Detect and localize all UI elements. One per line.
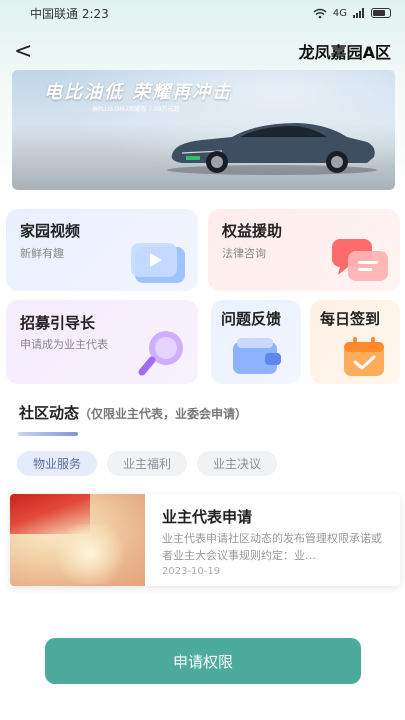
apply-permission-button[interactable]: 申请权限 bbox=[45, 638, 361, 684]
card-feedback[interactable]: 问题反馈 bbox=[211, 300, 301, 384]
section-title-text: 社区动态 bbox=[19, 404, 80, 422]
chat-bubbles-icon bbox=[332, 239, 388, 281]
banner-headline: 电比油低 荣耀再冲击 bbox=[44, 82, 233, 103]
status-bar: 中国联通 2:23 4G bbox=[0, 0, 405, 26]
card-recruit-guide-subtitle: 申请成为业主代表 bbox=[20, 338, 108, 351]
card-home-video-title: 家园视频 bbox=[20, 222, 81, 240]
tab-owner-resolutions[interactable]: 业主决议 bbox=[197, 451, 278, 476]
wallet-icon bbox=[233, 338, 281, 374]
tab-bar: 物业服务 业主福利 业主决议 bbox=[17, 451, 278, 476]
magnifier-icon bbox=[138, 331, 183, 376]
article-description: 业主代表申请社区动态的发布管理权限承诺或者业主大会议事规则约定：业… bbox=[162, 532, 382, 562]
card-recruit-guide-title: 招募引导长 bbox=[20, 314, 96, 332]
video-play-icon bbox=[131, 243, 185, 283]
signal-label: 4G bbox=[332, 7, 347, 19]
section-title: 社区动态（仅限业主代表，业委会申请） bbox=[19, 402, 247, 423]
signal-icon bbox=[353, 8, 364, 18]
article-title: 业主代表申请 bbox=[162, 508, 253, 526]
carrier-time: 中国联通 2:23 bbox=[30, 6, 109, 21]
card-home-video-subtitle: 新鲜有趣 bbox=[20, 247, 64, 260]
article-date: 2023-10-19 bbox=[162, 566, 221, 577]
calendar-check-icon bbox=[344, 337, 384, 376]
thumbnail-glow bbox=[50, 524, 130, 584]
banner-subtext: 秦PLUS DM-i荣耀版 7.98万元起 bbox=[92, 106, 180, 113]
section-note: （仅限业主代表，业委会申请） bbox=[79, 407, 248, 421]
header: < 龙凤嘉园A区 bbox=[0, 36, 405, 66]
card-daily-checkin-title: 每日签到 bbox=[320, 310, 381, 328]
community-title: 龙凤嘉园A区 bbox=[298, 43, 391, 62]
card-home-video[interactable]: 家园视频 新鲜有趣 bbox=[6, 209, 198, 291]
card-feedback-title: 问题反馈 bbox=[221, 310, 282, 328]
status-icons: 4G bbox=[313, 8, 391, 19]
promo-banner[interactable]: 电比油低 荣耀再冲击 秦PLUS DM-i荣耀版 7.98万元起 bbox=[12, 70, 395, 190]
card-daily-checkin[interactable]: 每日签到 bbox=[310, 300, 400, 384]
article-thumbnail bbox=[10, 494, 145, 586]
tab-owner-benefits[interactable]: 业主福利 bbox=[107, 451, 188, 476]
battery-icon bbox=[371, 8, 391, 18]
car-image bbox=[167, 123, 377, 175]
card-rights-assistance[interactable]: 权益援助 法律咨询 bbox=[208, 209, 400, 291]
tab-property-service[interactable]: 物业服务 bbox=[17, 451, 98, 476]
article-item[interactable]: 业主代表申请 业主代表申请社区动态的发布管理权限承诺或者业主大会议事规则约定：业… bbox=[10, 494, 400, 586]
card-rights-assistance-subtitle: 法律咨询 bbox=[222, 247, 266, 260]
back-button[interactable]: < bbox=[14, 39, 32, 64]
wifi-icon bbox=[313, 8, 327, 18]
card-recruit-guide[interactable]: 招募引导长 申请成为业主代表 bbox=[6, 300, 198, 384]
card-rights-assistance-title: 权益援助 bbox=[222, 222, 283, 240]
section-underline bbox=[18, 432, 78, 436]
